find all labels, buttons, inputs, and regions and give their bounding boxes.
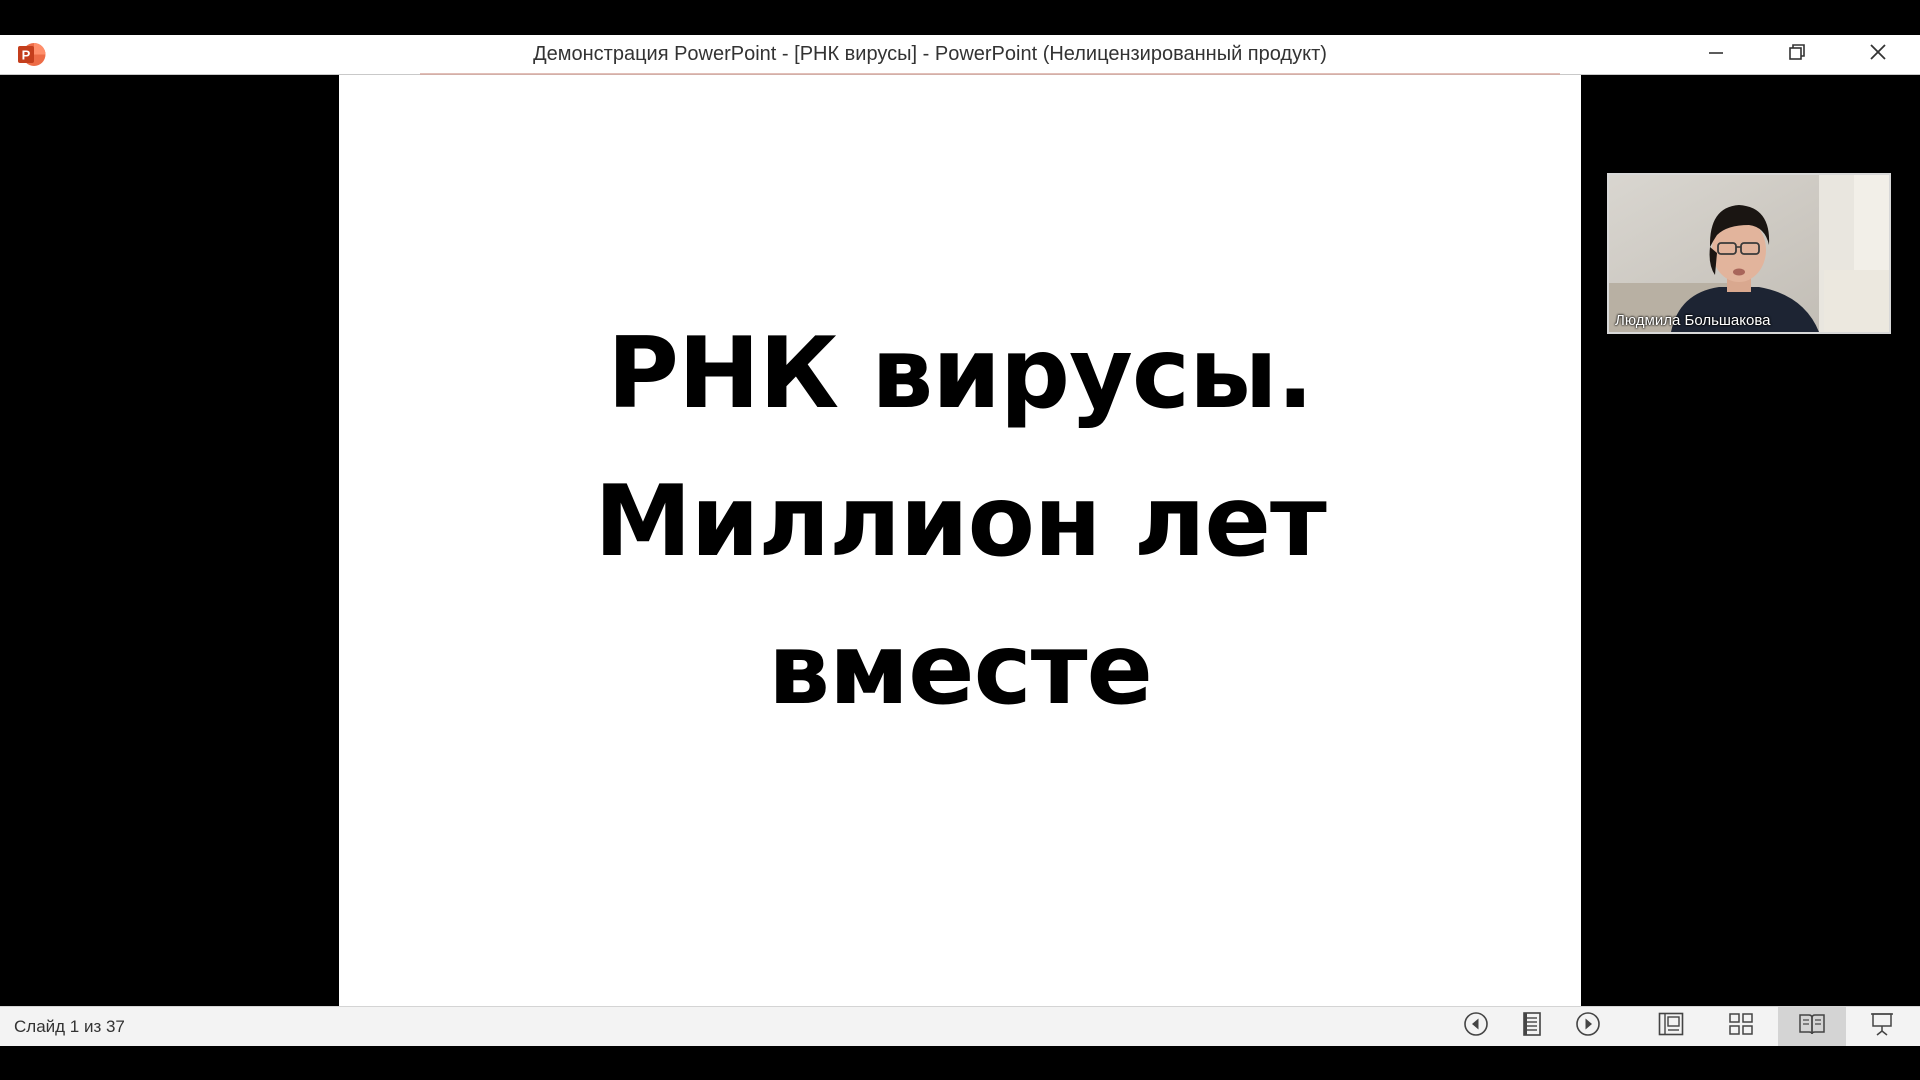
- presentation-icon: [1869, 1011, 1895, 1042]
- participant-video-frame: [1609, 175, 1889, 332]
- participant-name: Людмила Большакова: [1615, 312, 1771, 329]
- previous-slide-button[interactable]: [1456, 1011, 1496, 1042]
- slides-list-icon: [1521, 1011, 1543, 1042]
- slide-counter: Слайд 1 из 37: [14, 1017, 125, 1036]
- slide-title-line: Миллион лет: [594, 465, 1327, 579]
- slide-title-line: РНК вирусы.: [607, 317, 1314, 431]
- participant-video[interactable]: Людмила Большакова: [1607, 173, 1891, 334]
- next-slide-button[interactable]: [1568, 1011, 1608, 1042]
- close-button[interactable]: [1838, 35, 1918, 74]
- close-icon: [1869, 43, 1887, 66]
- circle-arrow-left-icon: [1463, 1011, 1489, 1042]
- grid-icon: [1728, 1012, 1754, 1041]
- minimize-icon: [1707, 43, 1725, 66]
- restore-icon: [1788, 43, 1806, 66]
- slide-canvas[interactable]: РНК вирусы. Миллион лет вместе: [339, 75, 1581, 1006]
- reading-view-button[interactable]: [1778, 1007, 1846, 1046]
- slide-title: РНК вирусы. Миллион лет вместе: [339, 300, 1581, 744]
- status-bar: Слайд 1 из 37: [0, 1006, 1920, 1046]
- slide-show-button[interactable]: [1862, 1011, 1902, 1042]
- slide-sorter-button[interactable]: [1721, 1011, 1761, 1042]
- screen: P Демонстрация PowerPoint - [РНК вирусы]…: [0, 0, 1920, 1080]
- normal-view-icon: [1658, 1012, 1684, 1041]
- circle-arrow-right-icon: [1575, 1011, 1601, 1042]
- book-icon: [1798, 1012, 1826, 1041]
- restore-button[interactable]: [1757, 35, 1837, 74]
- normal-view-button[interactable]: [1651, 1011, 1691, 1042]
- window-title: Демонстрация PowerPoint - [РНК вирусы] -…: [533, 43, 1327, 65]
- minimize-button[interactable]: [1676, 35, 1756, 74]
- title-bar: P Демонстрация PowerPoint - [РНК вирусы]…: [0, 35, 1920, 75]
- slide-menu-button[interactable]: [1512, 1011, 1552, 1042]
- slide-title-line: вместе: [768, 613, 1153, 727]
